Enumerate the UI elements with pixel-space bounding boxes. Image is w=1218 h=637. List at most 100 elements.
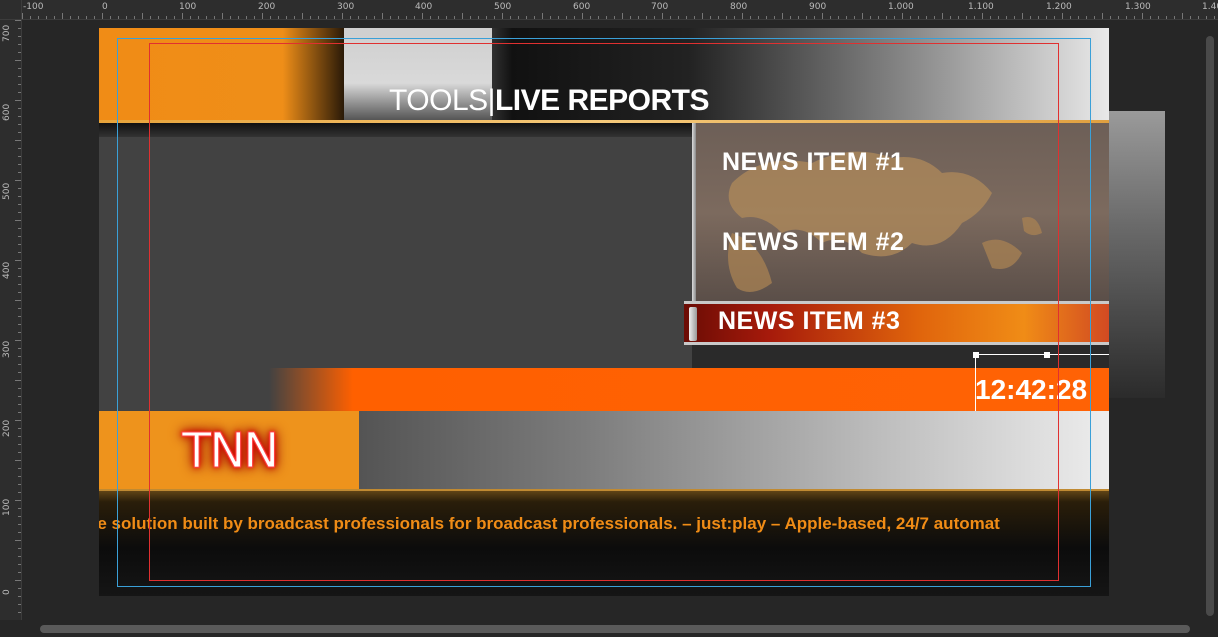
ruler-tick — [406, 16, 407, 19]
ruler-tick — [46, 16, 47, 19]
ruler-tick — [78, 16, 79, 19]
ruler-top[interactable]: -100 0 100 200 300 400 500 600 700 800 9… — [22, 0, 1218, 20]
ruler-tick — [318, 16, 319, 19]
ruler-tick — [15, 340, 21, 341]
ruler-tick — [342, 13, 343, 19]
ruler-tick — [18, 52, 21, 53]
ruler-tick — [550, 16, 551, 19]
ruler-tick — [702, 13, 703, 19]
ruler-tick — [390, 16, 391, 19]
ruler-tick — [18, 428, 21, 429]
ruler-label: 100 — [179, 2, 197, 12]
ruler-tick — [838, 16, 839, 19]
ruler-tick — [470, 16, 471, 19]
ruler-tick — [18, 332, 21, 333]
ruler-label: 300 — [2, 340, 12, 358]
horizontal-scroll-thumb[interactable] — [40, 625, 1190, 633]
ruler-tick — [350, 16, 351, 19]
ruler-tick — [1038, 16, 1039, 19]
ruler-label: 1.100 — [968, 2, 994, 12]
ruler-tick — [18, 68, 21, 69]
ruler-tick — [1078, 16, 1079, 19]
ruler-tick — [1206, 16, 1207, 19]
ruler-left[interactable]: 700 600 500 400 300 200 100 0 — [0, 20, 22, 620]
ruler-tick — [750, 16, 751, 19]
ruler-tick — [18, 28, 21, 29]
ruler-tick — [1190, 16, 1191, 19]
ruler-tick — [54, 16, 55, 19]
ruler-tick — [726, 16, 727, 19]
ruler-tick — [15, 300, 21, 301]
vertical-scroll-thumb[interactable] — [1206, 36, 1214, 616]
ruler-tick — [246, 16, 247, 19]
ruler-tick — [446, 16, 447, 19]
ruler-tick — [822, 13, 823, 19]
ruler-tick — [18, 116, 21, 117]
ruler-label: 700 — [2, 24, 12, 42]
ruler-tick — [1198, 16, 1199, 19]
ruler-tick — [15, 380, 21, 381]
ruler-tick — [542, 13, 543, 19]
ruler-tick — [18, 572, 21, 573]
ruler-tick — [230, 16, 231, 19]
ruler-tick — [1054, 16, 1055, 19]
ruler-tick — [958, 16, 959, 19]
ruler-tick — [654, 16, 655, 19]
ruler-tick — [950, 16, 951, 19]
ruler-tick — [18, 396, 21, 397]
ruler-tick — [166, 16, 167, 19]
ruler-tick — [806, 16, 807, 19]
vertical-scrollbar[interactable] — [1204, 20, 1216, 620]
ruler-tick — [326, 16, 327, 19]
ruler-tick — [238, 16, 239, 19]
horizontal-scrollbar[interactable] — [22, 623, 1202, 635]
ruler-tick — [878, 16, 879, 19]
ruler-tick — [15, 60, 21, 61]
ruler-tick — [18, 468, 21, 469]
ruler-corner — [0, 0, 22, 20]
ruler-tick — [18, 212, 21, 213]
ruler-tick — [910, 16, 911, 19]
ruler-tick — [18, 548, 21, 549]
ruler-tick — [574, 16, 575, 19]
ruler-tick — [18, 612, 21, 613]
ruler-tick — [486, 16, 487, 19]
ruler-tick — [18, 316, 21, 317]
ruler-tick — [830, 16, 831, 19]
ruler-tick — [15, 220, 21, 221]
ruler-tick — [1166, 16, 1167, 19]
ruler-tick — [18, 308, 21, 309]
ruler-tick — [494, 16, 495, 19]
ruler-tick — [18, 204, 21, 205]
ruler-tick — [18, 556, 21, 557]
ruler-tick — [774, 16, 775, 19]
ruler-tick — [510, 16, 511, 19]
ruler-tick — [998, 16, 999, 19]
ruler-tick — [15, 580, 21, 581]
ruler-tick — [158, 16, 159, 19]
ruler-tick — [182, 13, 183, 19]
ruler-tick — [422, 13, 423, 19]
ruler-tick — [18, 348, 21, 349]
ruler-tick — [1174, 16, 1175, 19]
ruler-tick — [15, 460, 21, 461]
ruler-tick — [18, 148, 21, 149]
ruler-tick — [686, 16, 687, 19]
ruler-tick — [18, 388, 21, 389]
ruler-tick — [18, 492, 21, 493]
ruler-label: -100 — [23, 2, 44, 12]
ruler-tick — [118, 16, 119, 19]
ruler-tick — [18, 252, 21, 253]
ruler-tick — [18, 444, 21, 445]
ruler-label: 300 — [337, 2, 355, 12]
ruler-tick — [222, 13, 223, 19]
ruler-tick — [18, 236, 21, 237]
ruler-tick — [18, 196, 21, 197]
ruler-tick — [1102, 13, 1103, 19]
ruler-tick — [974, 16, 975, 19]
ruler-tick — [790, 16, 791, 19]
ruler-tick — [782, 13, 783, 19]
ruler-tick — [614, 16, 615, 19]
ruler-tick — [18, 604, 21, 605]
offstage-layer[interactable] — [1109, 111, 1165, 398]
